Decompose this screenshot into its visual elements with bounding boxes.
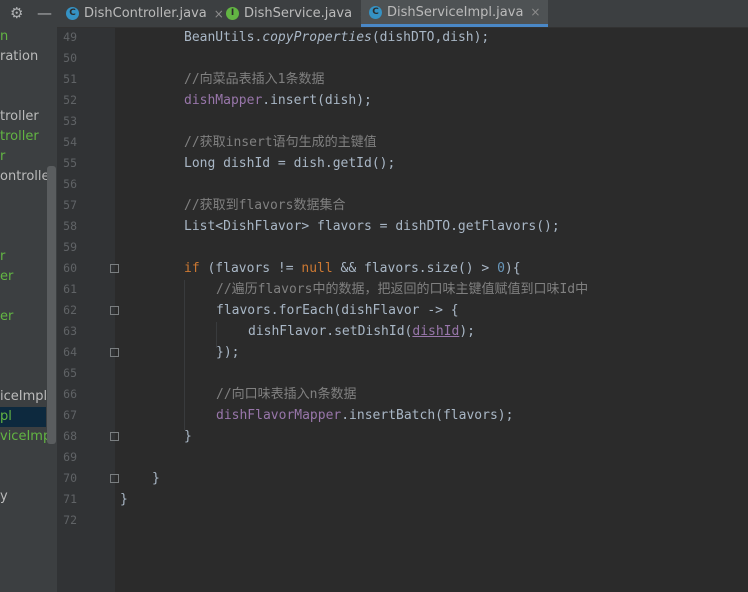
code-line-66: //向口味表插入n条数据 bbox=[216, 387, 357, 402]
line-number: 65 bbox=[63, 366, 77, 380]
tab-dishservice[interactable]: I DishService.java × bbox=[226, 0, 369, 27]
tree-item[interactable]: viceImp bbox=[0, 427, 51, 447]
line-number: 68 bbox=[63, 429, 77, 443]
code-line-70: } bbox=[152, 471, 160, 486]
code-line-63: dishFlavor.setDishId(dishId); bbox=[248, 324, 475, 339]
line-number: 50 bbox=[63, 51, 77, 65]
line-number: 71 bbox=[63, 492, 77, 506]
code-line-68: } bbox=[184, 429, 192, 444]
fold-marker-icon[interactable] bbox=[110, 474, 119, 483]
line-number: 69 bbox=[63, 450, 77, 464]
code-line-55: Long dishId = dish.getId(); bbox=[184, 156, 396, 171]
line-number: 59 bbox=[63, 240, 77, 254]
line-number: 61 bbox=[63, 282, 77, 296]
code-line-67: dishFlavorMapper.insertBatch(flavors); bbox=[216, 408, 514, 423]
line-number: 72 bbox=[63, 513, 77, 527]
tree-item[interactable]: ration bbox=[0, 47, 38, 67]
tree-item[interactable]: r bbox=[0, 247, 5, 267]
editor-tab-bar: C DishController.java × I DishService.ja… bbox=[57, 0, 748, 28]
code-line-58: List<DishFlavor> flavors = dishDTO.getFl… bbox=[184, 219, 560, 234]
line-number: 70 bbox=[63, 471, 77, 485]
code-line-49: BeanUtils.copyProperties(dishDTO,dish); bbox=[184, 30, 490, 45]
code-line-52: dishMapper.insert(dish); bbox=[184, 93, 372, 108]
tree-item[interactable]: troller bbox=[0, 127, 39, 147]
project-scrollbar[interactable] bbox=[47, 166, 56, 444]
line-number: 55 bbox=[63, 156, 77, 170]
tab-dishserviceimpl[interactable]: C DishServiceImpl.java × bbox=[361, 0, 549, 27]
line-number: 58 bbox=[63, 219, 77, 233]
tree-item[interactable]: r bbox=[0, 147, 5, 167]
tree-item[interactable]: iceImpl bbox=[0, 387, 47, 407]
line-number: 63 bbox=[63, 324, 77, 338]
tree-item[interactable]: y bbox=[0, 487, 8, 507]
line-number: 66 bbox=[63, 387, 77, 401]
tree-item[interactable]: troller bbox=[0, 107, 39, 127]
line-number: 67 bbox=[63, 408, 77, 422]
close-icon[interactable]: × bbox=[530, 5, 540, 19]
line-number: 49 bbox=[63, 30, 77, 44]
tree-item[interactable]: er bbox=[0, 307, 13, 327]
code-line-54: //获取insert语句生成的主键值 bbox=[184, 135, 377, 150]
tab-dishcontroller[interactable]: C DishController.java × bbox=[66, 0, 224, 27]
close-icon[interactable]: × bbox=[214, 7, 224, 21]
minimize-icon[interactable]: — bbox=[37, 4, 52, 22]
line-number: 51 bbox=[63, 72, 77, 86]
line-number: 64 bbox=[63, 345, 77, 359]
fold-marker-icon[interactable] bbox=[110, 264, 119, 273]
tree-item[interactable]: pl bbox=[0, 407, 46, 427]
tree-item[interactable]: n bbox=[0, 27, 8, 47]
interface-icon: I bbox=[226, 7, 239, 20]
code-line-71: } bbox=[120, 492, 128, 507]
fold-marker-icon[interactable] bbox=[110, 306, 119, 315]
fold-marker-icon[interactable] bbox=[110, 348, 119, 357]
project-toolbar: ⚙ — bbox=[0, 0, 57, 27]
gear-icon[interactable]: ⚙ bbox=[10, 4, 23, 22]
tab-label: DishController.java bbox=[84, 6, 207, 21]
tree-item[interactable]: er bbox=[0, 267, 13, 287]
line-number: 60 bbox=[63, 261, 77, 275]
code-line-61: //遍历flavors中的数据，把返回的口味主键值赋值到口味Id中 bbox=[216, 282, 589, 297]
line-number: 54 bbox=[63, 135, 77, 149]
code-line-64: }); bbox=[216, 345, 240, 360]
line-number: 57 bbox=[63, 198, 77, 212]
line-number: 52 bbox=[63, 93, 77, 107]
code-line-62: flavors.forEach(dishFlavor -> { bbox=[216, 303, 459, 318]
indent-guide bbox=[184, 280, 185, 430]
code-line-60: if (flavors != null && flavors.size() > … bbox=[184, 261, 521, 276]
line-number: 53 bbox=[63, 114, 77, 128]
fold-marker-icon[interactable] bbox=[110, 432, 119, 441]
code-line-51: //向菜品表插入1条数据 bbox=[184, 72, 325, 87]
line-number: 62 bbox=[63, 303, 77, 317]
class-icon: C bbox=[66, 7, 79, 20]
code-line-57: //获取到flavors数据集合 bbox=[184, 198, 346, 213]
tab-label: DishServiceImpl.java bbox=[387, 4, 524, 20]
tab-label: DishService.java bbox=[244, 6, 353, 21]
line-number: 56 bbox=[63, 177, 77, 191]
class-icon: C bbox=[369, 5, 382, 19]
project-panel: ⚙ — n ration troller troller r ontroller r er er… bbox=[0, 0, 57, 592]
